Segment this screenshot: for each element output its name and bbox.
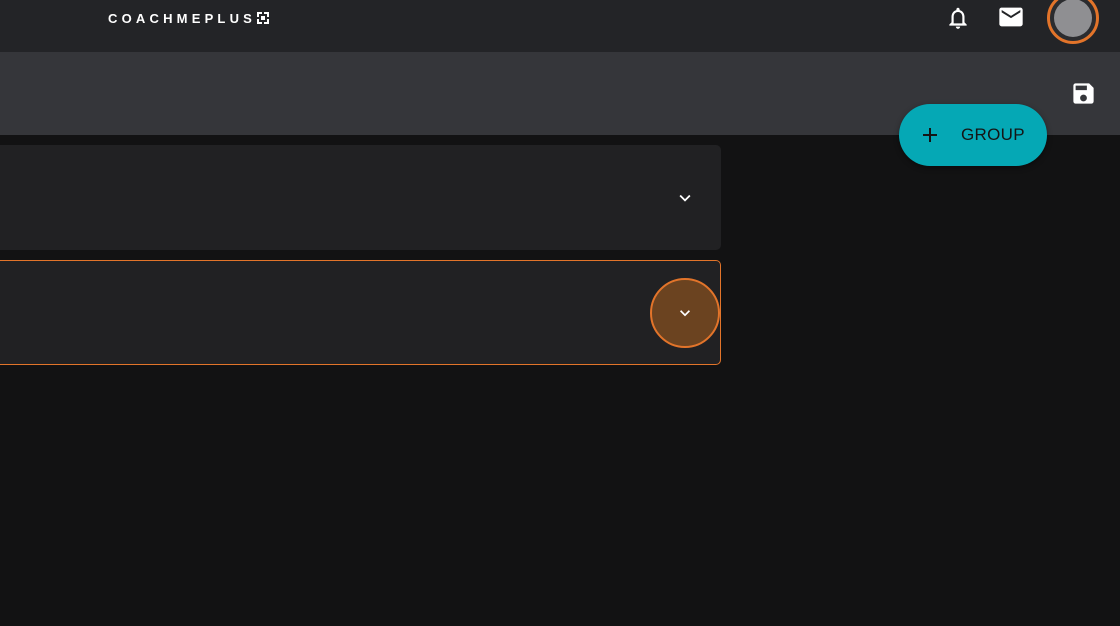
logo-mark-icon: [257, 12, 270, 24]
chevron-down-icon: [680, 310, 690, 317]
logo-text: COACHMEPLUS: [108, 10, 257, 26]
app-logo[interactable]: COACHMEPLUS: [108, 10, 270, 26]
top-app-bar: COACHMEPLUS: [0, 0, 1120, 52]
notifications-button[interactable]: [944, 4, 972, 32]
add-group-button[interactable]: GROUP: [899, 104, 1047, 166]
chevron-down-icon: [679, 194, 691, 202]
save-button[interactable]: [1070, 80, 1097, 107]
plus-icon: [923, 128, 937, 142]
expansion-panel[interactable]: [0, 145, 721, 250]
mail-icon: [999, 7, 1023, 27]
avatar: [1054, 0, 1092, 37]
save-icon: [1073, 83, 1094, 104]
user-avatar-button[interactable]: [1047, 0, 1099, 44]
expansion-panel-active[interactable]: [0, 260, 721, 365]
expand-panel-button-focused[interactable]: [650, 278, 720, 348]
messages-button[interactable]: [996, 3, 1026, 31]
add-group-label: GROUP: [961, 125, 1025, 144]
expand-panel-button[interactable]: [674, 187, 696, 209]
bell-icon: [949, 7, 967, 29]
